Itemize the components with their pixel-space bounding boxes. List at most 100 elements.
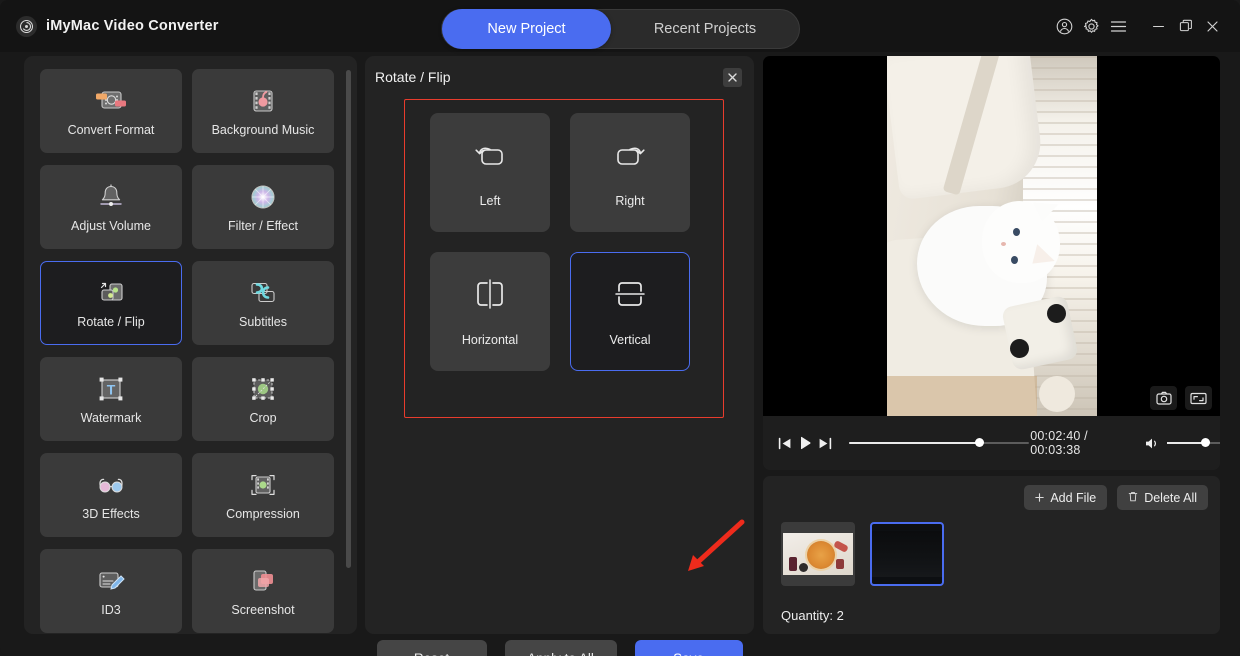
tool-label: Rotate / Flip [77,314,145,329]
tool-label: 3D Effects [82,506,140,521]
rotate-right-button[interactable]: Right [570,113,690,232]
rotate-flip-options: Left Right Horizontal Vertical [430,113,690,371]
rotate-flip-panel: Rotate / Flip Left Right Horizontal Vert… [365,56,754,656]
option-label: Right [615,193,645,208]
tool-card-screenshot[interactable]: Screenshot [192,549,334,633]
volume-slider[interactable] [1166,435,1220,451]
file-list-panel: Add File Delete All Quantity: 2 [763,476,1220,634]
svg-text:T: T [107,381,116,397]
tool-label: Watermark [80,410,142,425]
id3-tag-icon [94,566,128,596]
crop-icon [246,374,280,404]
tab-new-project[interactable]: New Project [442,9,611,49]
seek-fill [849,442,981,444]
tool-label: ID3 [101,602,121,617]
delete-all-button[interactable]: Delete All [1117,485,1208,510]
close-icon[interactable] [723,68,742,87]
tool-label: Background Music [211,122,315,137]
tools-scrollbar[interactable] [346,70,351,568]
gear-icon[interactable] [1078,11,1105,41]
video-overlay-tools [1150,386,1212,410]
tool-card-3d-effects[interactable]: 3D Effects [40,453,182,537]
project-tabs: New Project Recent Projects [441,9,800,49]
tool-card-id3[interactable]: ID3 [40,549,182,633]
tool-card-compression[interactable]: Compression [192,453,334,537]
panel-actions: Reset Apply to All Save [365,640,754,656]
screenshot-icon [246,566,280,596]
window-controls [1051,0,1226,52]
file-actions: Add File Delete All [1024,485,1208,510]
app-brand: iMyMac Video Converter [16,15,219,37]
option-label: Horizontal [461,332,519,347]
reset-button[interactable]: Reset [376,640,487,656]
minimize-icon[interactable] [1145,11,1172,41]
background-music-icon [246,86,280,116]
video-preview-panel: 00:02:40 / 00:03:38 [763,56,1220,470]
tab-recent-projects[interactable]: Recent Projects [611,9,799,49]
tool-label: Adjust Volume [71,218,151,233]
flip-vertical-icon [613,277,647,311]
camera-icon[interactable] [1150,386,1177,410]
tool-card-watermark[interactable]: T Watermark [40,357,182,441]
tool-label: Filter / Effect [228,218,298,233]
flip-vertical-button[interactable]: Vertical [570,252,690,371]
rotate-left-button[interactable]: Left [430,113,550,232]
video-frame [886,56,1097,416]
tool-card-rotate-flip[interactable]: Rotate / Flip [40,261,182,345]
volume-fill [1166,442,1205,444]
plus-icon [1035,491,1045,505]
title-bar: iMyMac Video Converter New Project Recen… [0,0,1240,52]
filter-effect-icon [246,182,280,212]
add-file-label: Add File [1050,490,1097,505]
video-stage[interactable] [763,56,1220,416]
watermark-icon: T [94,374,128,404]
hamburger-menu-icon[interactable] [1105,11,1132,41]
tool-label: Compression [226,506,300,521]
quantity-label: Quantity: 2 [781,608,844,623]
play-icon[interactable] [795,432,815,454]
tool-card-crop[interactable]: Crop [192,357,334,441]
tools-grid: Convert Format Background Music Adjust V… [40,69,334,633]
tool-label: Subtitles [239,314,287,329]
compression-icon [246,470,280,500]
flip-horizontal-button[interactable]: Horizontal [430,252,550,371]
player-controls: 00:02:40 / 00:03:38 [763,416,1220,470]
rotate-flip-icon [94,278,128,308]
convert-format-icon [94,86,128,116]
save-button[interactable]: Save [634,640,743,656]
add-file-button[interactable]: Add File [1024,485,1108,510]
next-track-icon[interactable] [815,432,835,454]
tool-label: Screenshot [231,602,295,617]
previous-track-icon[interactable] [775,432,795,454]
3d-effects-icon [94,470,128,500]
user-circle-icon[interactable] [1051,11,1078,41]
tool-card-background-music[interactable]: Background Music [192,69,334,153]
fullscreen-icon[interactable] [1185,386,1212,410]
tool-card-adjust-volume[interactable]: Adjust Volume [40,165,182,249]
seek-slider[interactable] [849,435,1030,451]
close-icon[interactable] [1199,11,1226,41]
app-window: iMyMac Video Converter New Project Recen… [0,0,1240,656]
panel-title: Rotate / Flip [375,69,451,85]
tool-label: Crop [249,410,277,425]
tool-card-convert-format[interactable]: Convert Format [40,69,182,153]
option-label: Vertical [609,332,651,347]
rotate-left-icon [470,138,510,172]
subtitles-icon [246,278,280,308]
volume-handle[interactable] [1200,438,1210,447]
restore-window-icon[interactable] [1172,11,1199,41]
apply-to-all-button[interactable]: Apply to All [504,640,617,656]
trash-icon [1128,491,1138,505]
time-display: 00:02:40 / 00:03:38 [1030,429,1088,457]
dark-video-thumbnail[interactable] [870,522,944,586]
volume-icon[interactable] [1144,437,1160,450]
app-title: iMyMac Video Converter [46,18,219,34]
pizza-flatlay-thumbnail[interactable] [781,522,855,586]
option-label: Left [479,193,501,208]
tool-card-filter-effect[interactable]: Filter / Effect [192,165,334,249]
rotate-right-icon [610,138,650,172]
tool-label: Convert Format [67,122,155,137]
seek-handle[interactable] [975,438,985,447]
tool-card-subtitles[interactable]: Subtitles [192,261,334,345]
disc-icon [16,15,37,37]
